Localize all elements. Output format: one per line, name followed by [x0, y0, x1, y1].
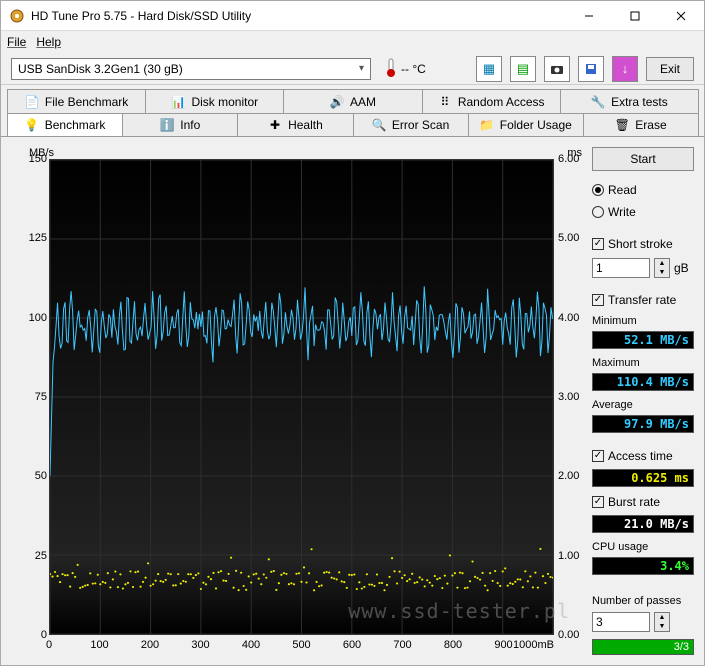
menu-help[interactable]: Help [36, 35, 61, 49]
progress-bar: 3/3 [592, 639, 694, 655]
titlebar: HD Tune Pro 5.75 - Hard Disk/SSD Utility [1, 1, 704, 31]
x-ticks: 01002003004005006007008009001000mB [49, 637, 554, 655]
health-icon: ✚ [268, 118, 282, 132]
copy-screenshot-button[interactable]: ▤ [510, 56, 536, 82]
file-icon: 📄 [25, 95, 39, 109]
device-select[interactable]: USB SanDisk 3.2Gen1 (30 gB) ▾ [11, 58, 371, 80]
random-icon: ⠿ [438, 95, 452, 109]
tab-info[interactable]: ℹ️Info [122, 113, 238, 136]
bulb-icon: 💡 [25, 118, 39, 132]
toolbar: USB SanDisk 3.2Gen1 (30 gB) ▾ -- °C ▦ ▤ … [1, 53, 704, 85]
access-time-check[interactable]: ✓Access time [592, 447, 694, 465]
temperature-display: -- °C [385, 57, 426, 80]
start-button[interactable]: Start [592, 147, 694, 171]
passes-label: Number of passes [592, 595, 694, 607]
short-stroke-stepper[interactable]: ▲▼ [654, 258, 670, 278]
tab-health[interactable]: ✚Health [237, 113, 353, 136]
folder-icon: 📁 [480, 118, 494, 132]
cpu-usage-value: 3.4% [592, 557, 694, 575]
y-ticks-left: 0255075100125150 [11, 159, 47, 635]
burst-rate-check[interactable]: ✓Burst rate [592, 493, 694, 511]
chevron-down-icon: ▾ [359, 63, 364, 74]
cpu-usage-label: CPU usage [592, 541, 694, 553]
tab-aam[interactable]: 🔊AAM [283, 89, 422, 113]
average-label: Average [592, 399, 694, 411]
thermometer-icon [385, 57, 397, 80]
monitor-icon: 📊 [171, 95, 185, 109]
search-icon: 🔍 [372, 118, 386, 132]
tab-file-benchmark[interactable]: 📄File Benchmark [7, 89, 146, 113]
tab-disk-monitor[interactable]: 📊Disk monitor [145, 89, 284, 113]
short-stroke-check[interactable]: ✓Short stroke [592, 235, 694, 253]
save-button[interactable] [578, 56, 604, 82]
tab-extra-tests[interactable]: 🔧Extra tests [560, 89, 699, 113]
y-ticks-right: 0.001.002.003.004.005.006.00 [556, 159, 584, 635]
chart-area: MB/s ms 0255075100125150 0.001.002.003.0… [11, 147, 584, 655]
close-button[interactable] [658, 1, 704, 31]
menu-file[interactable]: File [7, 35, 26, 49]
options-button[interactable]: ↓ [612, 56, 638, 82]
side-panel: Start Read Write ✓Short stroke ▲▼ gB ✓Tr… [592, 147, 694, 655]
info-icon: ℹ️ [160, 118, 174, 132]
maximum-label: Maximum [592, 357, 694, 369]
read-radio[interactable]: Read [592, 181, 694, 199]
copy-info-button[interactable]: ▦ [476, 56, 502, 82]
chart-plot [49, 159, 554, 635]
progress-text: 3/3 [674, 640, 689, 654]
passes-input[interactable] [592, 612, 650, 632]
temperature-value: -- °C [401, 62, 426, 76]
short-stroke-input[interactable] [592, 258, 650, 278]
minimize-button[interactable] [566, 1, 612, 31]
transfer-rate-check[interactable]: ✓Transfer rate [592, 291, 694, 309]
extra-icon: 🔧 [591, 95, 605, 109]
speaker-icon: 🔊 [330, 95, 344, 109]
tab-folder-usage[interactable]: 📁Folder Usage [468, 113, 584, 136]
exit-button[interactable]: Exit [646, 57, 694, 81]
write-radio[interactable]: Write [592, 203, 694, 221]
app-icon [9, 8, 25, 24]
minimum-value: 52.1 MB/s [592, 331, 694, 349]
menubar: File Help [1, 31, 704, 53]
window-title: HD Tune Pro 5.75 - Hard Disk/SSD Utility [31, 9, 566, 23]
maximize-button[interactable] [612, 1, 658, 31]
average-value: 97.9 MB/s [592, 415, 694, 433]
minimum-label: Minimum [592, 315, 694, 327]
passes-stepper[interactable]: ▲▼ [654, 612, 670, 632]
trash-icon: 🗑 [615, 118, 629, 132]
tab-benchmark[interactable]: 💡Benchmark [7, 113, 123, 136]
tab-erase[interactable]: 🗑Erase [583, 113, 699, 136]
access-time-value: 0.625 ms [592, 469, 694, 487]
tab-error-scan[interactable]: 🔍Error Scan [353, 113, 469, 136]
screenshot-button[interactable] [544, 56, 570, 82]
device-name: USB SanDisk 3.2Gen1 (30 gB) [18, 62, 183, 76]
burst-rate-value: 21.0 MB/s [592, 515, 694, 533]
maximum-value: 110.4 MB/s [592, 373, 694, 391]
tab-random-access[interactable]: ⠿Random Access [422, 89, 561, 113]
